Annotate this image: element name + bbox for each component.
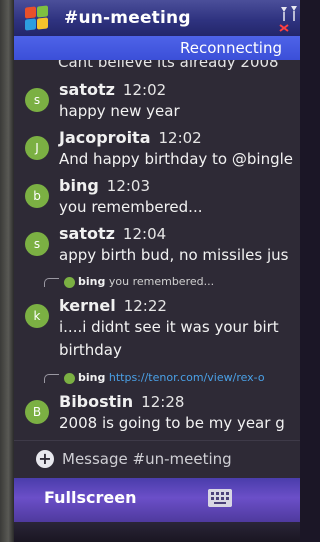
phone-screen: #un-meeting Reconnecting Cant believe it…: [14, 0, 300, 542]
reply-link[interactable]: https://tenor.com/view/rex-o: [109, 371, 265, 384]
message-input[interactable]: [62, 447, 294, 471]
message-time: 12:28: [141, 393, 185, 411]
message-composer: +: [14, 440, 300, 479]
avatar[interactable]: s: [25, 232, 49, 256]
soft-key-menu-bar: Fullscreen: [14, 478, 300, 522]
reply-preview[interactable]: bing https://tenor.com/view/rex-o: [44, 371, 265, 384]
plus-circle-icon[interactable]: +: [36, 450, 54, 468]
message-text-line2: birthday: [59, 341, 122, 359]
message-author[interactable]: Jacoproita: [59, 128, 151, 147]
reply-text: you remembered...: [108, 275, 215, 288]
connection-status-text: Reconnecting: [180, 39, 282, 57]
message-time: 12:02: [158, 129, 202, 147]
connection-status-bar: Reconnecting: [14, 36, 300, 60]
message-time: 12:02: [122, 81, 167, 99]
message-author[interactable]: satotz: [59, 224, 115, 243]
reply-author: bing: [78, 371, 106, 384]
window-title: #un-meeting: [64, 8, 191, 28]
title-bar: #un-meeting: [14, 0, 300, 36]
message-time: 12:03: [106, 177, 151, 195]
avatar[interactable]: J: [25, 136, 49, 160]
chat-log[interactable]: Cant believe its already 2008 s satotz 12…: [14, 60, 300, 440]
fullscreen-button[interactable]: Fullscreen: [44, 488, 136, 507]
message-text: happy new year: [59, 102, 180, 120]
message-author[interactable]: satotz: [59, 80, 115, 99]
reply-avatar: [64, 276, 75, 288]
avatar[interactable]: B: [25, 400, 49, 424]
avatar[interactable]: b: [25, 184, 49, 208]
reply-avatar: [64, 372, 75, 384]
message-author[interactable]: Bibostin: [59, 392, 133, 411]
avatar[interactable]: s: [25, 88, 49, 112]
message-text: 2008 is going to be my year g: [59, 414, 285, 432]
message-text: you remembered...: [59, 198, 203, 216]
windows-start-icon[interactable]: [22, 3, 52, 33]
message-text: appy birth bud, no missiles jus: [59, 246, 289, 264]
device-bezel: [0, 0, 14, 542]
message-text: i....i didnt see it was your birt: [59, 318, 279, 336]
message-text: And happy birthday to @bingle: [59, 150, 293, 168]
connectivity-icon[interactable]: [278, 3, 298, 33]
keyboard-icon[interactable]: [208, 489, 232, 507]
message-time: 12:04: [122, 225, 167, 243]
message-author[interactable]: kernel: [59, 296, 116, 315]
message-author[interactable]: bing: [59, 176, 99, 195]
screen-bottom-edge: [14, 522, 300, 542]
message-time: 12:22: [123, 297, 167, 315]
avatar[interactable]: k: [25, 304, 49, 328]
reply-author: bing: [78, 275, 106, 288]
reply-preview[interactable]: bing you remembered...: [44, 275, 214, 288]
partial-message-text: Cant believe its already 2008: [58, 60, 279, 71]
